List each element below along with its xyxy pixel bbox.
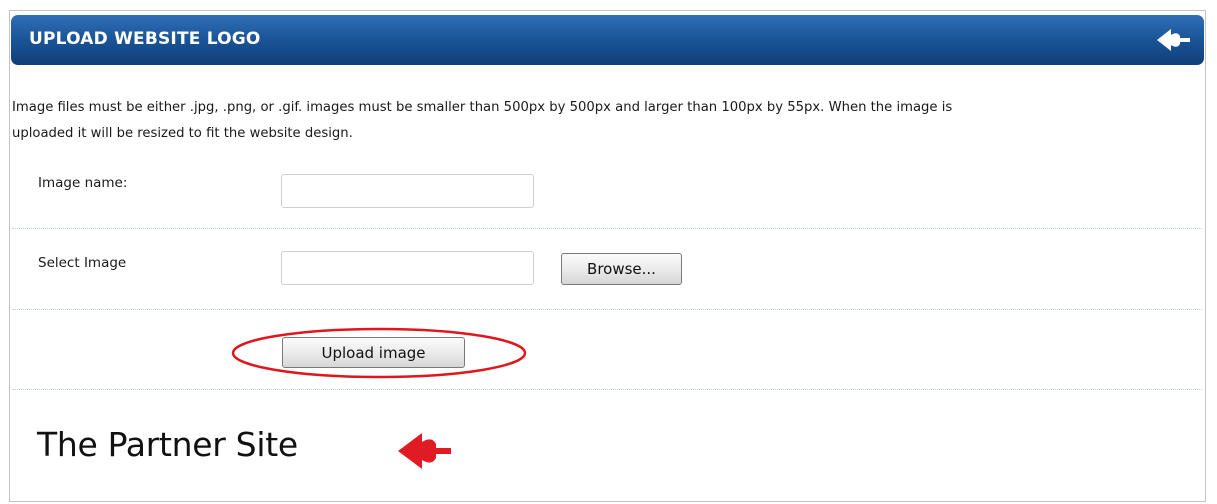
row-divider xyxy=(12,309,1202,310)
row-divider xyxy=(12,228,1202,229)
select-image-path-input[interactable] xyxy=(281,251,534,285)
upload-instructions: Image files must be either .jpg, .png, o… xyxy=(12,95,1204,147)
panel-title: UPLOAD WEBSITE LOGO xyxy=(29,29,261,49)
spade-arrow-icon xyxy=(1157,29,1190,51)
spade-arrow-icon xyxy=(398,433,451,469)
panel-header: UPLOAD WEBSITE LOGO xyxy=(11,15,1204,65)
row-divider xyxy=(12,389,1202,390)
image-name-label: Image name: xyxy=(38,175,128,191)
image-name-input[interactable] xyxy=(281,174,534,208)
select-image-label: Select Image xyxy=(38,255,127,271)
instructions-line-2: uploaded it will be resized to fit the w… xyxy=(12,126,353,141)
instructions-line-1: Image files must be either .jpg, .png, o… xyxy=(12,100,953,115)
browse-button[interactable]: Browse... xyxy=(561,253,682,285)
upload-image-button[interactable]: Upload image xyxy=(282,337,465,368)
partner-site-logo-text: The Partner Site xyxy=(37,425,298,464)
